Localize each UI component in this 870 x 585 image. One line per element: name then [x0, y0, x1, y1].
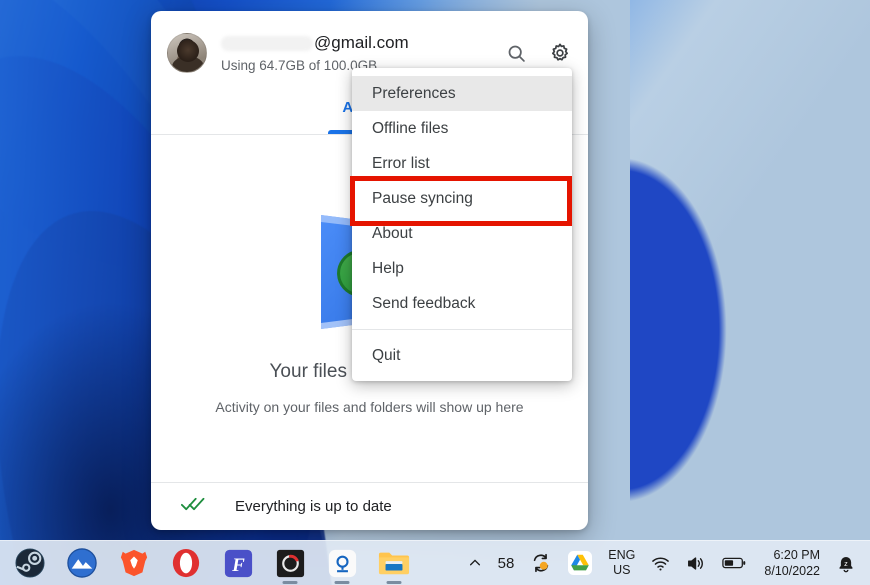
menu-item-help[interactable]: Help	[352, 251, 572, 286]
file-explorer-icon[interactable]	[368, 541, 420, 585]
empty-state-subtitle: Activity on your files and folders will …	[215, 398, 524, 415]
menu-item-about[interactable]: About	[352, 216, 572, 251]
brave-icon[interactable]	[108, 541, 160, 585]
account-email-domain: @gmail.com	[314, 33, 409, 52]
svg-text:F: F	[231, 554, 245, 575]
window-footer: Everything is up to date	[151, 482, 588, 529]
clock-time: 6:20 PM	[773, 548, 820, 562]
menu-item-error-list[interactable]: Error list	[352, 146, 572, 181]
clock[interactable]: 6:20 PM 8/10/2022	[754, 547, 828, 579]
bell-dnd-icon[interactable]: z	[828, 541, 864, 585]
menu-item-quit[interactable]: Quit	[352, 338, 572, 373]
menu-item-label: Offline files	[372, 119, 449, 137]
menu-item-label: Send feedback	[372, 294, 476, 312]
svg-text:z: z	[844, 559, 848, 568]
system-tray: 58 ENG US 6:20 PM 8/10/2022 z	[460, 541, 870, 585]
language-line2: US	[613, 563, 631, 577]
sync-icon[interactable]	[522, 541, 560, 585]
menu-item-label: About	[372, 224, 413, 242]
taskbar: F 58 ENG US 6:20 PM 8/10/2022 z	[0, 540, 870, 585]
tray-badge-count[interactable]: 58	[490, 541, 523, 585]
menu-item-label: Help	[372, 259, 404, 277]
avatar[interactable]	[167, 33, 207, 73]
menu-separator	[352, 329, 572, 330]
chevron-up-icon[interactable]	[460, 541, 490, 585]
language-line1: ENG	[608, 548, 636, 562]
taskbar-apps: F	[0, 541, 420, 585]
context-menu: Preferences Offline files Error list Pau…	[352, 68, 572, 381]
double-check-icon	[180, 496, 207, 517]
menu-item-send-feedback[interactable]: Send feedback	[352, 286, 572, 321]
account-email: @gmail.com	[221, 33, 496, 53]
volume-icon[interactable]	[678, 541, 714, 585]
menu-item-label: Preferences	[372, 84, 456, 102]
opera-icon[interactable]	[160, 541, 212, 585]
account-info: @gmail.com Using 64.7GB of 100.0GB	[221, 33, 496, 73]
language-indicator[interactable]: ENG US	[600, 541, 643, 585]
search-icon[interactable]	[504, 41, 528, 65]
steam-icon[interactable]	[4, 541, 56, 585]
menu-item-label: Error list	[372, 154, 430, 172]
menu-item-offline-files[interactable]: Offline files	[352, 111, 572, 146]
menu-item-pause-syncing[interactable]: Pause syncing	[352, 181, 572, 216]
redacted-username	[221, 35, 313, 51]
dark-app-icon[interactable]	[264, 541, 316, 585]
tray-badge-label: 58	[497, 554, 515, 572]
battery-icon[interactable]	[714, 541, 754, 585]
clock-date: 8/10/2022	[764, 564, 820, 578]
desktop: @gmail.com Using 64.7GB of 100.0GB Your …	[0, 0, 870, 585]
google-drive-icon[interactable]	[560, 541, 600, 585]
sync-status-text: Everything is up to date	[235, 497, 392, 515]
header-actions	[504, 41, 572, 65]
gear-icon[interactable]	[548, 41, 572, 65]
menu-item-label: Pause syncing	[372, 189, 473, 207]
wifi-icon[interactable]	[643, 541, 678, 585]
menu-item-preferences[interactable]: Preferences	[352, 76, 572, 111]
nordvpn-icon[interactable]	[56, 541, 108, 585]
quicklook-icon[interactable]	[316, 541, 368, 585]
menu-item-label: Quit	[372, 346, 401, 364]
freedom-icon[interactable]: F	[212, 541, 264, 585]
